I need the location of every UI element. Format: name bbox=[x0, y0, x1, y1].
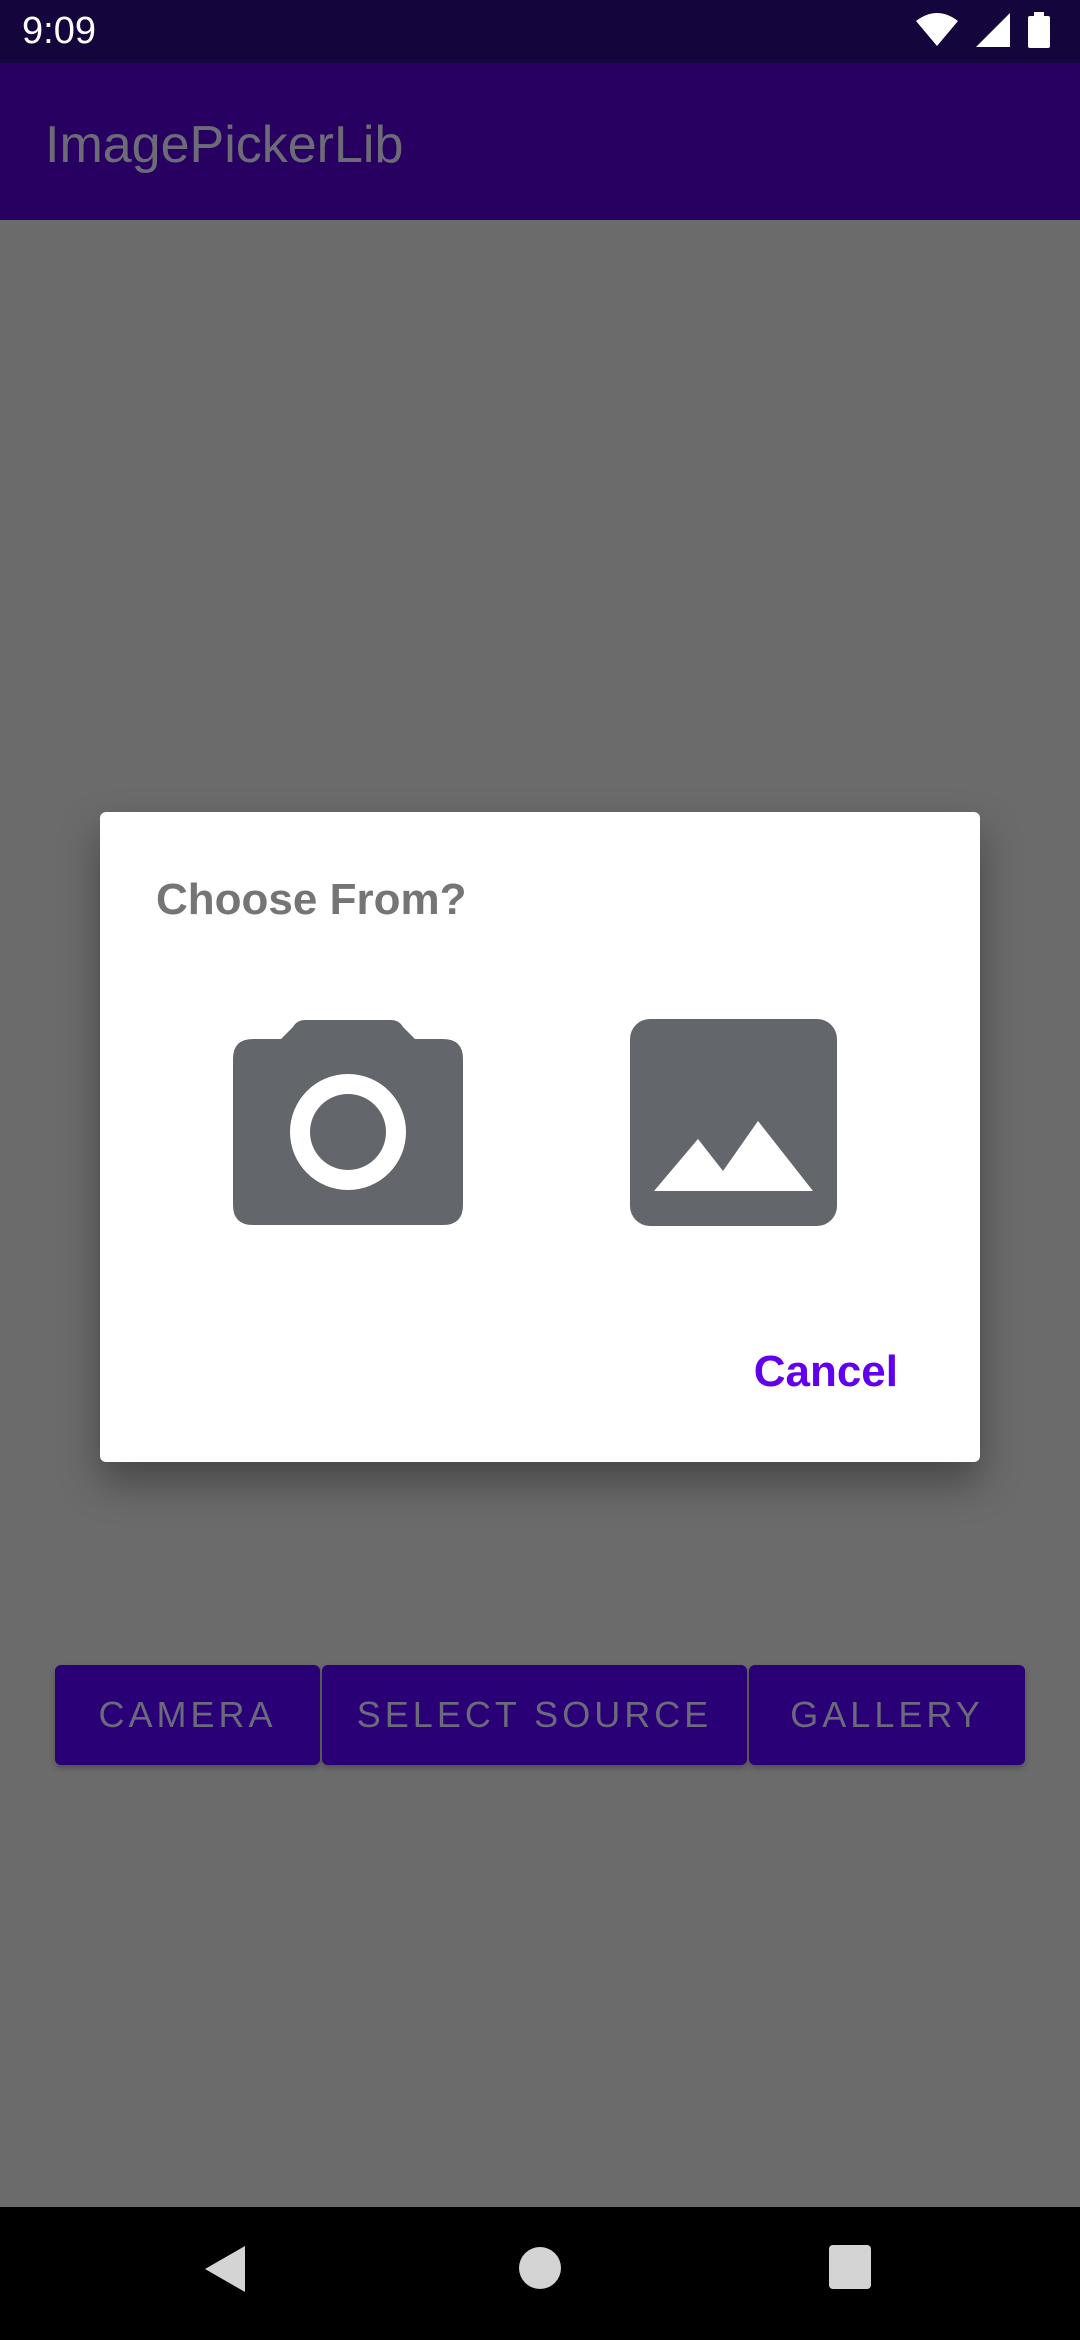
signal-icon bbox=[976, 13, 1010, 52]
status-icons bbox=[916, 12, 1050, 53]
gallery-option[interactable] bbox=[630, 1019, 837, 1231]
choose-source-dialog: Choose From? Cancel bbox=[100, 812, 980, 1462]
battery-icon bbox=[1028, 12, 1050, 53]
app-bar: ImagePickerLib bbox=[0, 63, 1080, 220]
back-icon[interactable] bbox=[203, 2244, 247, 2299]
camera-icon bbox=[233, 1020, 463, 1225]
wifi-icon bbox=[916, 13, 958, 52]
select-source-button[interactable]: SELECT SOURCE bbox=[322, 1665, 747, 1765]
home-icon[interactable] bbox=[519, 2247, 561, 2294]
cancel-button[interactable]: Cancel bbox=[754, 1347, 898, 1397]
camera-button[interactable]: CAMERA bbox=[55, 1665, 320, 1765]
dialog-title: Choose From? bbox=[156, 875, 467, 924]
status-time: 9:09 bbox=[22, 10, 96, 52]
status-bar: 9:09 bbox=[0, 0, 1080, 63]
app-title: ImagePickerLib bbox=[45, 116, 404, 174]
navigation-bar bbox=[0, 2207, 1080, 2340]
camera-option[interactable] bbox=[233, 1007, 463, 1232]
recents-icon[interactable] bbox=[829, 2245, 871, 2294]
image-icon bbox=[630, 1019, 837, 1226]
gallery-button[interactable]: GALLERY bbox=[749, 1665, 1025, 1765]
